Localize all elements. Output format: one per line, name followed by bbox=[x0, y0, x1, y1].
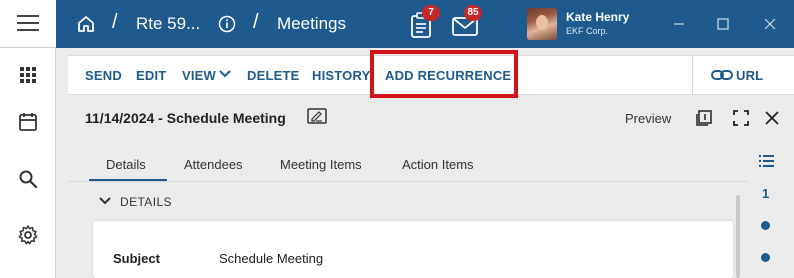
link-icon[interactable] bbox=[711, 67, 733, 83]
avatar[interactable] bbox=[527, 8, 557, 40]
tab-details[interactable]: Details bbox=[106, 157, 146, 172]
field-value: Schedule Meeting bbox=[219, 251, 324, 266]
edit-button[interactable]: EDIT bbox=[136, 68, 166, 83]
breadcrumb-record[interactable]: Rte 59... bbox=[136, 14, 200, 34]
breadcrumb-separator: / bbox=[112, 11, 118, 33]
section-title[interactable]: DETAILS bbox=[120, 195, 172, 209]
section-nav-number[interactable]: 1 bbox=[762, 186, 769, 201]
fullscreen-icon[interactable] bbox=[733, 110, 749, 126]
tasks-count-badge: 7 bbox=[422, 5, 440, 21]
highlight-annotation bbox=[370, 50, 518, 98]
send-button[interactable]: SEND bbox=[85, 68, 122, 83]
preview-button[interactable]: Preview bbox=[625, 111, 671, 126]
user-name[interactable]: Kate Henry bbox=[566, 10, 629, 24]
field-label: Subject bbox=[113, 251, 160, 266]
minimize-icon[interactable] bbox=[669, 14, 689, 34]
view-button[interactable]: VIEW bbox=[182, 68, 216, 83]
section-nav-dot[interactable] bbox=[761, 253, 770, 262]
breadcrumb-module[interactable]: Meetings bbox=[277, 14, 346, 34]
history-button[interactable]: HISTORY bbox=[312, 68, 370, 83]
hamburger-line bbox=[17, 29, 39, 31]
signature-edit-icon[interactable] bbox=[307, 108, 327, 126]
maximize-icon[interactable] bbox=[713, 14, 733, 34]
url-button[interactable]: URL bbox=[736, 68, 763, 83]
page-title: 11/14/2024 - Schedule Meeting bbox=[85, 110, 286, 126]
mail-notification-button[interactable]: 85 bbox=[451, 5, 482, 40]
left-nav bbox=[0, 48, 56, 278]
breadcrumb-separator: / bbox=[253, 11, 259, 33]
info-icon[interactable] bbox=[218, 15, 236, 33]
toolbar-divider bbox=[692, 56, 693, 94]
search-icon[interactable] bbox=[17, 168, 39, 190]
mail-count-badge: 85 bbox=[464, 5, 482, 21]
delete-button[interactable]: DELETE bbox=[247, 68, 299, 83]
section-nav-dot[interactable] bbox=[761, 221, 770, 230]
scrollbar[interactable] bbox=[736, 195, 740, 278]
hamburger-menu-button[interactable] bbox=[0, 0, 56, 48]
tasks-notification-button[interactable]: 7 bbox=[407, 5, 440, 40]
details-card bbox=[93, 221, 733, 278]
apps-grid-icon[interactable] bbox=[17, 64, 39, 86]
home-icon[interactable] bbox=[77, 15, 95, 33]
chevron-down-icon[interactable] bbox=[219, 69, 231, 79]
list-icon[interactable] bbox=[759, 155, 774, 167]
user-org: EKF Corp. bbox=[566, 26, 609, 36]
close-icon[interactable] bbox=[764, 110, 780, 126]
calendar-icon[interactable] bbox=[17, 111, 39, 133]
tabs-divider bbox=[68, 181, 748, 182]
tab-action-items[interactable]: Action Items bbox=[402, 157, 474, 172]
active-tab-indicator bbox=[89, 179, 167, 181]
hamburger-line bbox=[17, 22, 39, 24]
gear-icon[interactable] bbox=[17, 224, 39, 246]
hamburger-line bbox=[17, 15, 39, 17]
tab-meeting-items[interactable]: Meeting Items bbox=[280, 157, 362, 172]
close-window-icon[interactable] bbox=[760, 14, 780, 34]
page-number-icon[interactable] bbox=[696, 110, 712, 126]
chevron-down-icon[interactable] bbox=[99, 196, 111, 206]
tab-attendees[interactable]: Attendees bbox=[184, 157, 243, 172]
